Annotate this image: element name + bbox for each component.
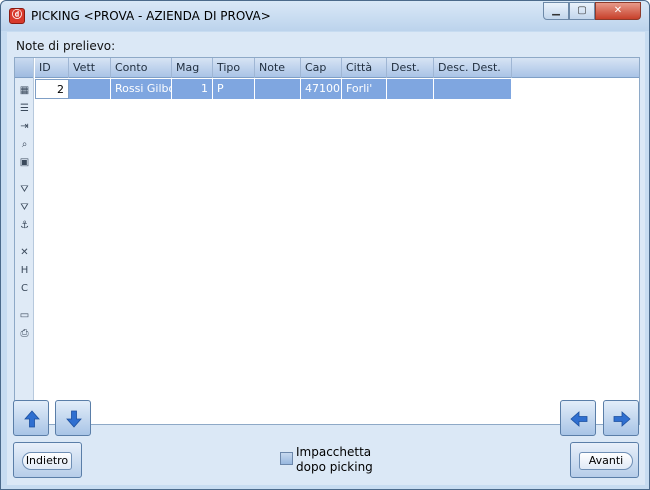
- move-up-button[interactable]: [13, 400, 49, 436]
- arrow-left-icon: [570, 411, 588, 427]
- pack-after-picking-checkbox[interactable]: [280, 452, 293, 465]
- pack-label-line2: dopo picking: [296, 460, 373, 474]
- col-header-note[interactable]: Note: [255, 58, 301, 78]
- column-h-icon[interactable]: H: [18, 265, 31, 277]
- cell-note[interactable]: [255, 79, 301, 99]
- cell-conto[interactable]: Rossi Gilbo: [111, 79, 172, 99]
- client-area: Note di prelievo: ▦ ☰ ⇥ ⌕ ▣ ⛛ ⛛ ⚓ ✕ H C …: [7, 32, 645, 485]
- cell-tipo[interactable]: P: [213, 79, 255, 99]
- layout-icon[interactable]: ▦: [18, 85, 31, 97]
- grid-header: ID Vett Conto Mag Tipo Note Cap Città De…: [35, 58, 639, 78]
- pack-after-picking-label: Impacchetta dopo picking: [296, 445, 373, 475]
- arrow-right-icon: [613, 411, 631, 427]
- col-header-dest[interactable]: Dest.: [387, 58, 434, 78]
- toolbar-corner: [15, 58, 33, 78]
- monitor-icon[interactable]: ▭: [18, 310, 31, 322]
- cell-desc-dest[interactable]: [434, 79, 512, 99]
- app-icon[interactable]: ⓓ: [9, 8, 25, 24]
- clear-x-icon[interactable]: ✕: [18, 247, 31, 259]
- next-button-label: Avanti: [579, 452, 633, 470]
- maximize-button[interactable]: ▢: [569, 2, 595, 20]
- search-icon[interactable]: ⌕: [18, 139, 31, 151]
- move-down-button[interactable]: [55, 400, 91, 436]
- col-header-id[interactable]: ID: [35, 58, 69, 78]
- window-title: PICKING <PROVA - AZIENDA DI PROVA>: [31, 9, 271, 23]
- move-right-button[interactable]: [603, 400, 639, 436]
- col-header-citta[interactable]: Città: [342, 58, 387, 78]
- grid-icon[interactable]: ▣: [18, 157, 31, 169]
- minimize-button[interactable]: ▁: [543, 2, 569, 20]
- title-bar[interactable]: ⓓ PICKING <PROVA - AZIENDA DI PROVA> ▁ ▢…: [1, 1, 649, 31]
- arrow-down-icon: [66, 410, 82, 428]
- col-header-cap[interactable]: Cap: [301, 58, 342, 78]
- move-left-button[interactable]: [560, 400, 596, 436]
- cell-cap[interactable]: 47100: [301, 79, 342, 99]
- grid-side-toolbar: ▦ ☰ ⇥ ⌕ ▣ ⛛ ⛛ ⚓ ✕ H C ▭ ⎙: [15, 58, 34, 424]
- cell-mag[interactable]: 1: [172, 79, 213, 99]
- export-icon[interactable]: ⇥: [18, 121, 31, 133]
- close-button[interactable]: ✕: [595, 2, 641, 20]
- arrow-up-icon: [24, 410, 40, 428]
- filter-clear-icon[interactable]: ⛛: [18, 202, 31, 214]
- notes-label: Note di prelievo:: [16, 39, 116, 53]
- cell-vett[interactable]: [69, 79, 111, 99]
- picking-grid[interactable]: ▦ ☰ ⇥ ⌕ ▣ ⛛ ⛛ ⚓ ✕ H C ▭ ⎙ ID Vett Conto …: [14, 57, 640, 425]
- column-c-icon[interactable]: C: [18, 283, 31, 295]
- col-header-desc-dest[interactable]: Desc. Dest.: [434, 58, 512, 78]
- col-header-mag[interactable]: Mag: [172, 58, 213, 78]
- picking-window: ⓓ PICKING <PROVA - AZIENDA DI PROVA> ▁ ▢…: [0, 0, 650, 490]
- print-icon[interactable]: ⎙: [18, 328, 31, 340]
- list-icon[interactable]: ☰: [18, 103, 31, 115]
- cell-dest[interactable]: [387, 79, 434, 99]
- col-header-conto[interactable]: Conto: [111, 58, 172, 78]
- col-header-tipo[interactable]: Tipo: [213, 58, 255, 78]
- filter-icon[interactable]: ⛛: [18, 184, 31, 196]
- back-button-label: Indietro: [22, 452, 72, 470]
- next-button[interactable]: Avanti: [570, 442, 639, 478]
- anchor-icon[interactable]: ⚓: [18, 220, 31, 232]
- cell-id[interactable]: 2: [35, 79, 69, 99]
- back-button[interactable]: Indietro: [13, 442, 82, 478]
- pack-label-line1: Impacchetta: [296, 445, 372, 459]
- cell-citta[interactable]: Forli': [342, 79, 387, 99]
- col-header-vett[interactable]: Vett: [69, 58, 111, 78]
